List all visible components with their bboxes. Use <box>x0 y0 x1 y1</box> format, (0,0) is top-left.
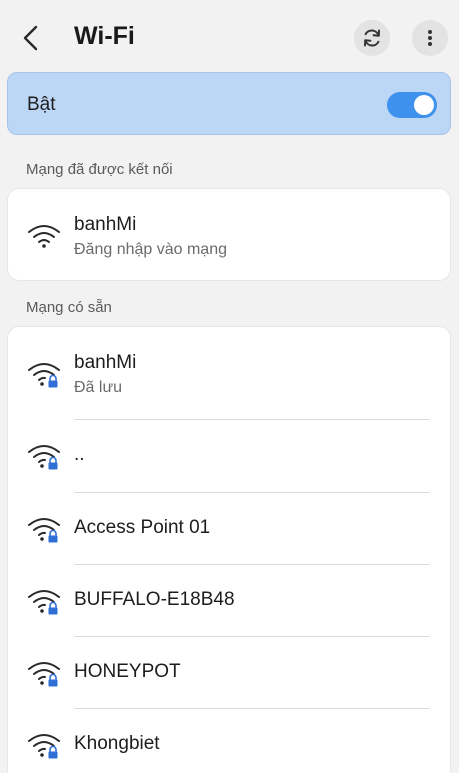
network-status: Đăng nhập vào mạng <box>74 241 227 258</box>
network-name: BUFFALO-E18B48 <box>74 589 235 610</box>
connected-networks-heading: Mạng đã được kết nối <box>26 161 173 178</box>
network-name: HONEYPOT <box>74 661 181 682</box>
network-status: Đã lưu <box>74 379 123 396</box>
available-networks-heading: Mạng có sẵn <box>26 299 112 316</box>
network-name: Khongbiet <box>74 733 160 754</box>
switch-knob <box>414 95 434 115</box>
available-networks-card: banhMi Đã lưu .. Access Point 01 BUFFALO… <box>7 326 451 773</box>
page-title: Wi-Fi <box>74 22 135 50</box>
wifi-settings-screen: Wi-Fi Bật Mạng đã được kết nối banhMi Đă… <box>0 0 459 773</box>
wifi-lock-icon <box>28 662 60 687</box>
network-name: banhMi <box>74 352 137 373</box>
wifi-lock-icon <box>28 734 60 759</box>
network-name: Access Point 01 <box>74 517 211 538</box>
wifi-toggle-card[interactable]: Bật <box>7 72 451 135</box>
network-row[interactable]: BUFFALO-E18B48 <box>8 565 450 637</box>
network-name: banhMi <box>74 214 137 235</box>
network-row[interactable]: banhMi Đã lưu <box>8 327 450 419</box>
more-vertical-icon <box>428 30 432 46</box>
network-row[interactable]: Access Point 01 <box>8 493 450 565</box>
back-button[interactable] <box>14 20 50 56</box>
app-bar: Wi-Fi <box>0 0 459 78</box>
chevron-left-icon <box>23 25 38 51</box>
connected-networks-card: banhMi Đăng nhập vào mạng <box>7 188 451 281</box>
more-options-button[interactable] <box>412 20 448 56</box>
refresh-icon <box>364 29 380 47</box>
network-name: .. <box>74 444 85 465</box>
wifi-lock-icon <box>28 445 60 470</box>
network-row[interactable]: Khongbiet <box>8 709 450 773</box>
wifi-icon <box>28 225 60 248</box>
wifi-lock-icon <box>28 590 60 615</box>
network-row[interactable]: .. <box>8 420 450 492</box>
wifi-lock-icon <box>28 363 60 388</box>
wifi-switch[interactable] <box>387 92 437 118</box>
network-row[interactable]: HONEYPOT <box>8 637 450 709</box>
wifi-toggle-label: Bật <box>27 94 56 115</box>
refresh-button[interactable] <box>354 20 390 56</box>
network-row-connected[interactable]: banhMi Đăng nhập vào mạng <box>8 189 450 282</box>
wifi-lock-icon <box>28 518 60 543</box>
